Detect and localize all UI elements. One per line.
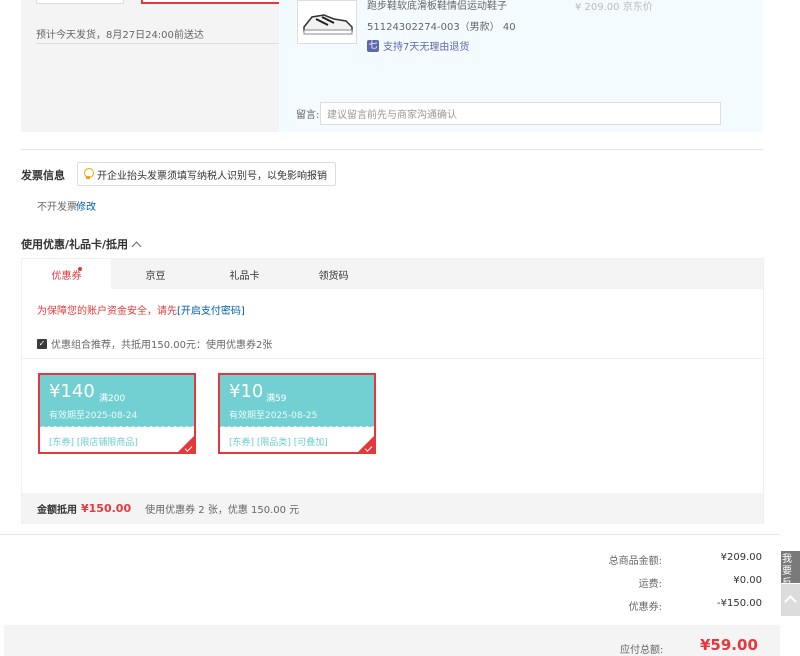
sneaker-image xyxy=(303,14,353,35)
coupon-panel: 优惠券 京豆 礼品卡 领货码 为保障您的账户资金安全，请先[开启支付密码] ✓ … xyxy=(21,258,764,524)
return-policy-icon: 七 xyxy=(367,39,379,52)
security-warning: 为保障您的账户资金安全，请先[开启支付密码] xyxy=(37,302,245,317)
chevron-up-icon xyxy=(131,241,142,251)
product-sku: 51124302274-003（男款） 40 xyxy=(367,22,516,33)
enable-pay-password-link[interactable]: [开启支付密码] xyxy=(177,306,245,317)
pay-total-label: 应付总额: xyxy=(620,645,664,656)
message-input[interactable]: 建议留言前先与商家沟通确认 xyxy=(320,102,721,125)
coupon-card[interactable]: ¥140 满200 有效期至2025-08-24 [东券] [限店铺限商品] xyxy=(38,373,196,454)
security-warning-text: 为保障您的账户资金安全，请先 xyxy=(37,306,177,317)
product-price: ¥ 209.00 京东价 xyxy=(575,2,653,13)
tab-coupons[interactable]: 优惠券 xyxy=(22,259,111,289)
invoice-tip: 开企业抬头发票须填写纳税人识别号，以免影响报销 xyxy=(77,162,336,186)
return-policy: 七 支持7天无理由退货 xyxy=(367,38,469,53)
coupon-summary-info: 使用优惠券 2 张，优惠 150.00 元 xyxy=(145,505,300,516)
total-row-label: 总商品金额: xyxy=(608,556,662,567)
return-policy-text: 支持7天无理由退货 xyxy=(383,42,470,53)
checkout-page: 预计今天发货，8月27日24:00前送达 跑步鞋软底滑板鞋情侣运动鞋子 5112… xyxy=(0,0,800,656)
arrow-up-icon xyxy=(784,595,797,608)
total-row: 运费: ¥0.00 xyxy=(462,575,762,590)
tab-jingdou-label: 京豆 xyxy=(145,270,166,282)
coupon-tags: [东券] [限品类] [可叠加] xyxy=(229,438,328,448)
coupon-expiry: 有效期至2025-08-25 xyxy=(229,411,318,421)
divider xyxy=(36,43,292,44)
section-divider xyxy=(21,149,763,150)
tab-pickup-code[interactable]: 领货码 xyxy=(289,259,378,289)
total-row-value: ¥0.00 xyxy=(733,575,762,586)
total-row: 总商品金额: ¥209.00 xyxy=(462,552,762,567)
pay-total-bar xyxy=(4,625,780,656)
coupon-card[interactable]: ¥10 满59 有效期至2025-08-25 [东券] [限品类] [可叠加] xyxy=(218,373,376,454)
coupon-tabs: 优惠券 京豆 礼品卡 领货码 xyxy=(22,259,763,289)
message-label: 留言: xyxy=(296,110,320,121)
section-divider xyxy=(0,534,780,535)
tab-jingdou[interactable]: 京豆 xyxy=(111,259,200,289)
total-row-value: ¥209.00 xyxy=(720,552,762,563)
invoice-tip-text: 开企业抬头发票须填写纳税人识别号，以免影响报销 xyxy=(97,170,327,182)
combo-recommend-text: 优惠组合推荐，共抵用150.00元：使用优惠券2张 xyxy=(51,340,273,351)
product-name[interactable]: 跑步鞋软底滑板鞋情侣运动鞋子 xyxy=(367,0,507,12)
tab-giftcard-label: 礼品卡 xyxy=(229,270,260,282)
tab-giftcard[interactable]: 礼品卡 xyxy=(200,259,289,289)
total-row-label: 运费: xyxy=(638,579,662,590)
shipping-option-selected-button[interactable] xyxy=(141,0,293,4)
coupon-section-toggle[interactable]: 使用优惠/礼品卡/抵用 xyxy=(21,236,142,252)
total-row-label: 优惠券: xyxy=(628,602,662,613)
total-row: 优惠券: -¥150.00 xyxy=(462,598,762,613)
coupon-edge xyxy=(40,423,194,429)
coupon-section-title: 使用优惠/礼品卡/抵用 xyxy=(21,238,129,251)
coupon-amount: ¥140 xyxy=(49,381,95,402)
delivery-note: 预计今天发货，8月27日24:00前送达 xyxy=(36,30,204,41)
coupon-summary-value: ¥150.00 xyxy=(81,502,132,515)
divider xyxy=(22,358,763,359)
total-row-value: -¥150.00 xyxy=(717,598,762,609)
coupon-amount: ¥10 xyxy=(229,381,264,402)
shipping-option-button[interactable] xyxy=(36,0,124,4)
invoice-title: 发票信息 xyxy=(21,169,65,182)
lightbulb-icon xyxy=(83,168,94,180)
coupon-edge xyxy=(220,423,374,429)
coupon-card-top: ¥140 满200 有效期至2025-08-24 xyxy=(40,375,194,427)
feedback-button[interactable]: 我要反馈 xyxy=(781,551,800,583)
goods-panel: 跑步鞋软底滑板鞋情侣运动鞋子 51124302274-003（男款） 40 ¥ … xyxy=(279,0,763,132)
tab-coupons-label: 优惠券 xyxy=(51,270,82,282)
combo-recommend[interactable]: ✓ 优惠组合推荐，共抵用150.00元：使用优惠券2张 xyxy=(37,336,272,351)
coupon-expiry: 有效期至2025-08-24 xyxy=(49,411,138,421)
coupon-tags: [东券] [限店铺限商品] xyxy=(49,438,138,448)
new-dot-icon xyxy=(78,267,82,271)
tab-pickup-code-label: 领货码 xyxy=(318,270,349,282)
coupon-summary-label: 金额抵用 xyxy=(37,505,77,516)
coupon-card-top: ¥10 满59 有效期至2025-08-25 xyxy=(220,375,374,427)
product-thumbnail[interactable] xyxy=(297,0,357,44)
checkbox-checked-icon[interactable]: ✓ xyxy=(37,338,47,349)
back-to-top-button[interactable] xyxy=(781,584,800,616)
coupon-condition: 满200 xyxy=(99,394,126,404)
feedback-button-label: 我要反馈 xyxy=(782,554,792,583)
invoice-value: 不开发票 xyxy=(37,202,77,213)
invoice-edit-link[interactable]: 修改 xyxy=(76,198,96,213)
pay-total-value: ¥59.00 xyxy=(700,636,758,654)
shipping-panel: 预计今天发货，8月27日24:00前送达 xyxy=(21,0,293,132)
coupon-summary: 金额抵用 ¥150.00 使用优惠券 2 张，优惠 150.00 元 xyxy=(22,493,763,524)
coupon-condition: 满59 xyxy=(266,394,287,404)
